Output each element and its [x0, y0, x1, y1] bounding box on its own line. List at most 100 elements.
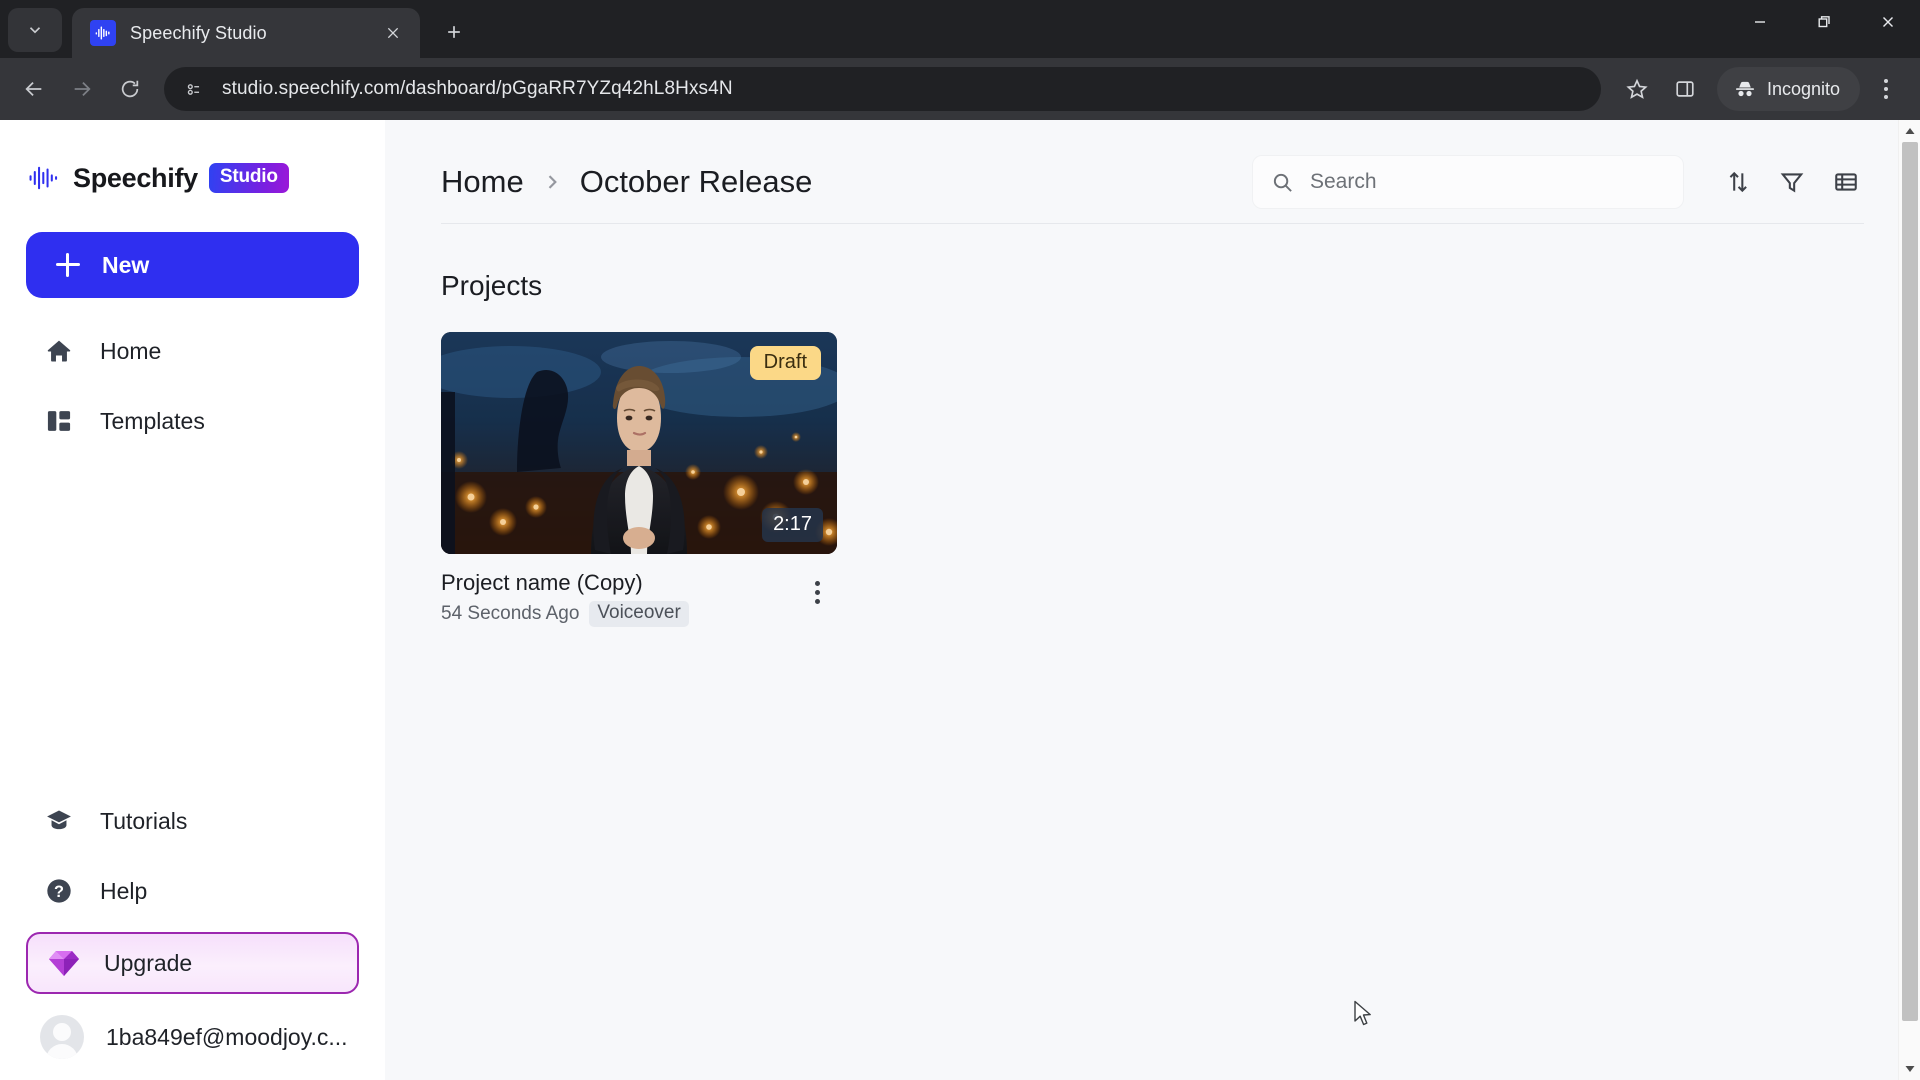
page-info-icon[interactable]: [178, 74, 208, 104]
reload-button[interactable]: [108, 67, 152, 111]
filter-button[interactable]: [1774, 164, 1810, 200]
svg-text:?: ?: [54, 883, 64, 901]
sidebar-item-label: Templates: [100, 407, 205, 434]
minimize-icon: [1755, 21, 1765, 23]
address-bar[interactable]: studio.speechify.com/dashboard/pGgaRR7YZ…: [164, 67, 1601, 111]
question-circle-icon: ?: [44, 876, 74, 906]
side-panel-icon: [1676, 81, 1694, 97]
search-input[interactable]: [1310, 170, 1665, 194]
graduation-cap-icon: [44, 806, 74, 836]
sidebar-item-tutorials[interactable]: Tutorials: [26, 786, 359, 856]
star-icon: [1626, 78, 1648, 99]
projects-grid: Draft 2:17 Project name (Copy) 54 Second…: [441, 332, 1864, 627]
sidebar-item-label: Help: [100, 877, 148, 904]
tool-icons: [1720, 164, 1864, 200]
project-card-texts: Project name (Copy) 54 Seconds Ago Voice…: [441, 568, 797, 627]
scroll-down-button[interactable]: [1899, 1058, 1920, 1080]
breadcrumb-home[interactable]: Home: [441, 164, 524, 200]
mouse-cursor: [1354, 1000, 1371, 1026]
chevron-right-icon: [542, 164, 562, 200]
page-content: Speechify Studio New Home Templates Tuto…: [0, 120, 1920, 1080]
incognito-label: Incognito: [1766, 78, 1840, 99]
project-card[interactable]: Draft 2:17 Project name (Copy) 54 Second…: [441, 332, 837, 627]
back-button[interactable]: [12, 67, 56, 111]
brand-name: Speechify: [73, 162, 198, 193]
speechify-waveform-icon: [90, 20, 116, 46]
project-timestamp: 54 Seconds Ago: [441, 602, 580, 624]
reload-icon: [121, 80, 139, 98]
tab-search-button[interactable]: [8, 8, 62, 52]
sidebar-item-label: Home: [100, 337, 162, 364]
sort-button[interactable]: [1720, 164, 1756, 200]
browser-tab[interactable]: Speechify Studio: [72, 8, 420, 58]
project-card-body: Project name (Copy) 54 Seconds Ago Voice…: [441, 568, 837, 627]
scrollbar-thumb[interactable]: [1901, 142, 1918, 1022]
brand-badge-studio: Studio: [208, 163, 289, 193]
minimize-button[interactable]: [1728, 0, 1792, 44]
project-title: Project name (Copy): [441, 570, 643, 595]
templates-icon: [44, 406, 74, 436]
new-button-label: New: [102, 251, 150, 278]
scrollbar-track[interactable]: [1899, 142, 1920, 1058]
browser-menu-button[interactable]: [1864, 67, 1908, 111]
sidebar-item-label: Tutorials: [100, 807, 188, 834]
window-controls: [1728, 0, 1920, 44]
triangle-up-icon: [1905, 128, 1914, 134]
breadcrumb: Home October Release: [441, 164, 812, 200]
breadcrumb-current: October Release: [579, 164, 813, 199]
project-menu-button[interactable]: [797, 572, 837, 612]
project-thumbnail[interactable]: Draft 2:17: [441, 332, 837, 554]
maximize-button[interactable]: [1792, 0, 1856, 44]
bookmark-button[interactable]: [1615, 67, 1659, 111]
tab-strip: Speechify Studio: [0, 0, 1920, 58]
speechify-waveform-icon: [29, 166, 58, 190]
incognito-indicator[interactable]: Incognito: [1716, 67, 1860, 111]
three-dots-vertical-icon: [814, 580, 820, 586]
scroll-up-button[interactable]: [1899, 120, 1920, 142]
close-icon: [1883, 17, 1893, 27]
status-badge-draft: Draft: [749, 346, 821, 380]
forward-button[interactable]: [60, 67, 104, 111]
topbar-right: [1252, 155, 1864, 209]
upgrade-label: Upgrade: [104, 949, 193, 976]
sort-arrows-icon: [1729, 171, 1747, 193]
sidebar-item-help[interactable]: ? Help: [26, 856, 359, 926]
search-box[interactable]: [1252, 155, 1684, 209]
close-tab-button[interactable]: [378, 18, 408, 48]
section-title-projects: Projects: [441, 270, 543, 301]
upgrade-button[interactable]: Upgrade: [26, 932, 359, 994]
plus-icon: [56, 253, 80, 277]
topbar-divider: [441, 223, 1864, 224]
side-panel-button[interactable]: [1663, 67, 1707, 111]
view-toggle-button[interactable]: [1828, 164, 1864, 200]
triangle-down-icon: [1905, 1066, 1914, 1072]
restore-icon: [1818, 16, 1830, 28]
browser-window: Speechify Studio studio.speechify.com/da…: [0, 0, 1920, 1080]
sidebar-item-templates[interactable]: Templates: [26, 386, 359, 456]
url-text: studio.speechify.com/dashboard/pGgaRR7YZ…: [222, 78, 733, 99]
account-row[interactable]: 1ba849ef@moodjoy.c...: [26, 994, 359, 1080]
new-button[interactable]: New: [26, 232, 359, 298]
project-meta: 54 Seconds Ago Voiceover: [441, 600, 797, 627]
gem-icon: [49, 951, 79, 976]
home-icon: [44, 336, 74, 366]
search-icon: [1273, 173, 1292, 192]
duration-badge: 2:17: [762, 508, 823, 542]
project-type-badge: Voiceover: [589, 600, 689, 627]
chevron-down-icon: [29, 27, 41, 34]
tab-title: Speechify Studio: [130, 22, 267, 43]
main-content: Home October Release Search Projects Dra…: [385, 120, 1920, 1080]
brand-logo[interactable]: Speechify Studio: [26, 144, 359, 200]
page-scrollbar[interactable]: [1898, 120, 1920, 1080]
arrow-left-icon: [25, 81, 42, 97]
content-topbar: Home October Release: [441, 150, 1864, 214]
close-window-button[interactable]: [1856, 0, 1920, 44]
user-avatar-icon: [40, 1015, 84, 1059]
three-dots-vertical-icon: [1884, 79, 1888, 83]
incognito-hat-icon: [1735, 81, 1754, 97]
account-email: 1ba849ef@moodjoy.c...: [106, 1023, 348, 1050]
sidebar-item-home[interactable]: Home: [26, 316, 359, 386]
new-tab-button[interactable]: [434, 12, 474, 52]
close-icon: [387, 27, 399, 39]
